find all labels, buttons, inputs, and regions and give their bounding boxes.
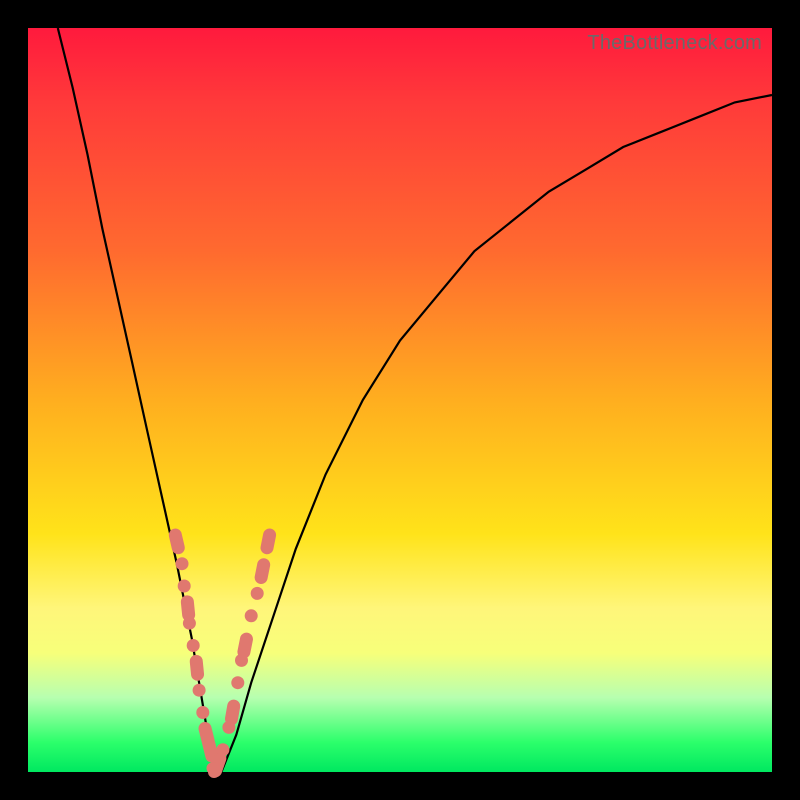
curve-marker xyxy=(193,684,206,697)
curve-marker xyxy=(168,527,187,555)
curve-marker xyxy=(259,527,277,555)
chart-frame: TheBottleneck.com xyxy=(0,0,800,800)
curve-marker xyxy=(189,654,205,681)
curve-marker xyxy=(224,699,241,727)
curve-marker xyxy=(236,631,254,659)
curve-marker xyxy=(210,762,222,774)
curve-marker xyxy=(253,557,271,585)
chart-svg xyxy=(28,28,772,772)
curve-marker xyxy=(216,743,229,756)
bottleneck-curve-right xyxy=(221,95,772,772)
curve-marker xyxy=(183,617,196,630)
curve-marker xyxy=(245,609,258,622)
curve-marker xyxy=(251,587,264,600)
curve-marker xyxy=(196,706,209,719)
chart-plot-area: TheBottleneck.com xyxy=(28,28,772,772)
curve-marker xyxy=(176,557,189,570)
curve-marker xyxy=(231,676,244,689)
curve-marker xyxy=(187,639,200,652)
curve-marker xyxy=(178,580,191,593)
